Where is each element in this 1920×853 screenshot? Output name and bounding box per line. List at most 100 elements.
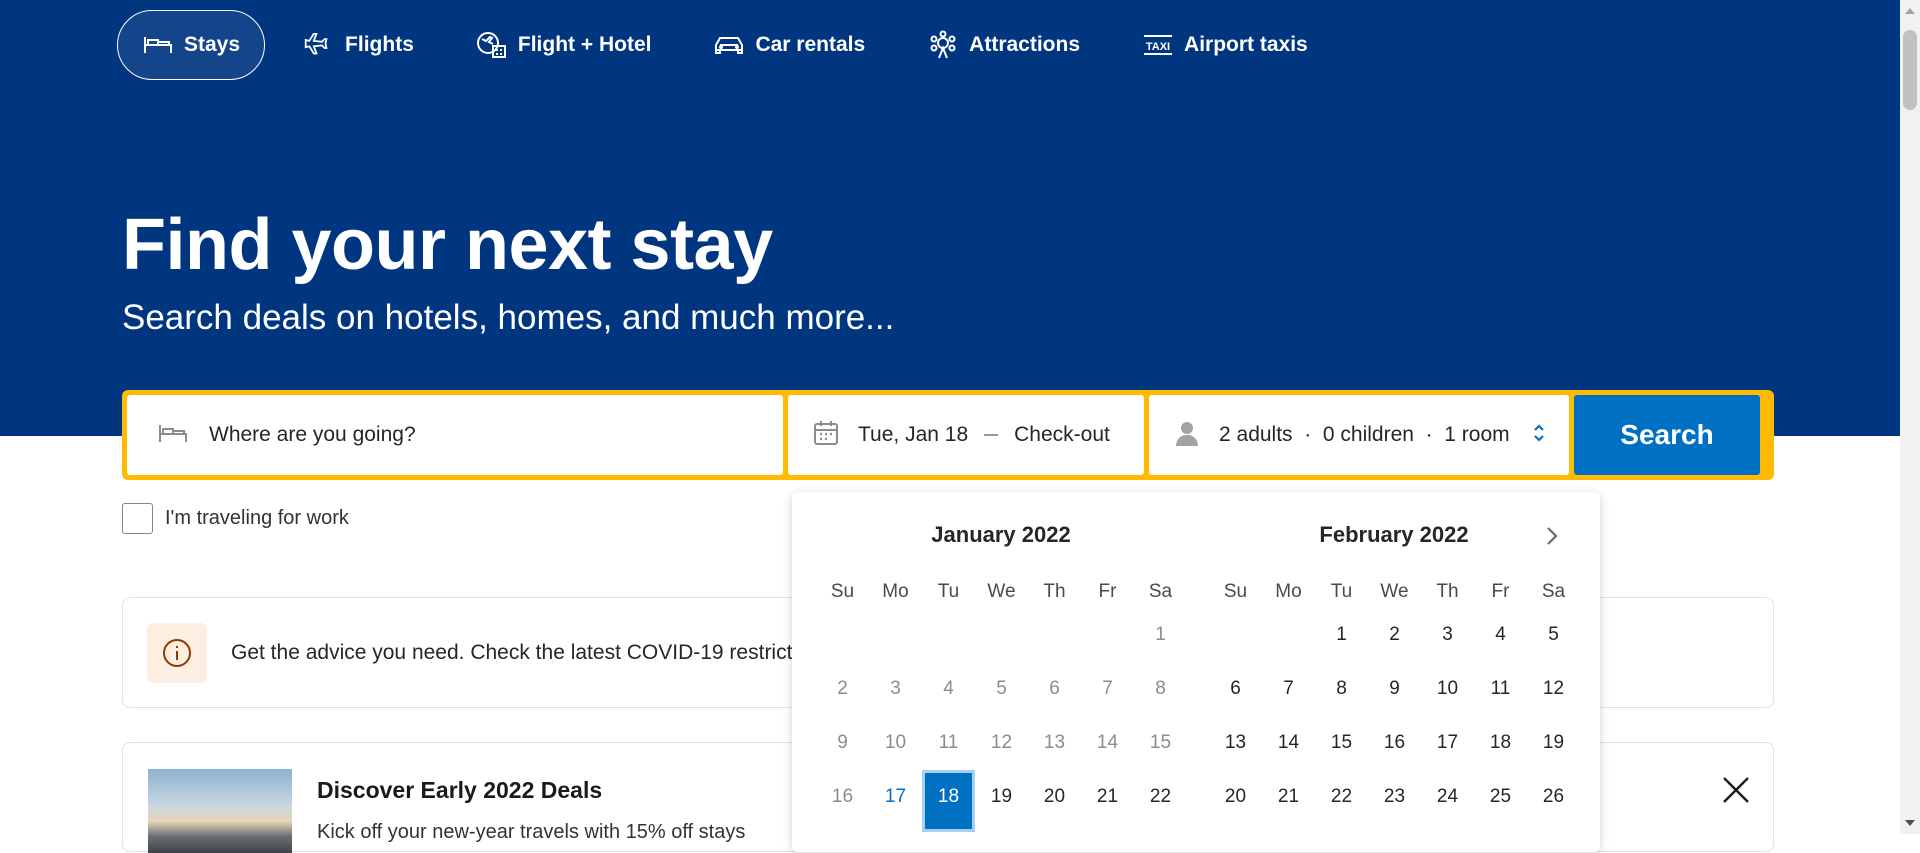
nav-item-label: Airport taxis (1184, 33, 1308, 56)
calendar-day[interactable]: 20 (1209, 770, 1262, 824)
calendar-day: 3 (890, 678, 901, 699)
person-icon (1173, 419, 1201, 452)
calendar-empty-cell (975, 608, 1028, 662)
weekday-label: Su (830, 581, 855, 602)
guests-selector[interactable]: 2 adults · 0 children · 1 room (1149, 395, 1569, 475)
nav-item-flights[interactable]: Flights (279, 10, 438, 80)
calendar-day[interactable]: 10 (1421, 662, 1474, 716)
calendar-month-january: January 2022 Su Mo Tu We Th Fr Sa 1 2 3 4 5 6 7 8 9 10 11… (816, 522, 1187, 832)
calendar-day[interactable]: 25 (1474, 770, 1527, 824)
calendar-day[interactable]: 15 (1315, 716, 1368, 770)
checkin-date[interactable]: Tue, Jan 18 (858, 423, 968, 447)
checkbox[interactable] (122, 503, 153, 534)
nav-item-stays[interactable]: Stays (117, 10, 266, 80)
calendar-day: 9 (837, 732, 848, 753)
weekday-label: Sa (1541, 581, 1566, 602)
calendar-day[interactable]: 5 (1527, 608, 1580, 662)
calendar-day[interactable]: 9 (1368, 662, 1421, 716)
deal-title: Discover Early 2022 Deals (317, 777, 603, 803)
calendar-empty-cell (1028, 608, 1081, 662)
deal-image (148, 769, 292, 853)
nav-item-label: Flights (345, 33, 414, 56)
calendar-day: 10 (884, 732, 907, 753)
next-month-chevron-icon[interactable] (1538, 522, 1566, 550)
calendar-month-february: February 2022 Su Mo Tu We Th Fr Sa 1 2 3 4 5 6 7 8 9 10 1… (1209, 522, 1579, 824)
weekday-label: Tu (1330, 581, 1353, 602)
calendar-day[interactable]: 23 (1368, 770, 1421, 824)
calendar-day[interactable]: 17 (1421, 716, 1474, 770)
search-bar: Where are you going? Tue, Jan 18 Check-o… (122, 390, 1774, 480)
month-title: February 2022 (1319, 522, 1469, 547)
date-separator (984, 434, 999, 436)
calendar-day[interactable]: 24 (1421, 770, 1474, 824)
calendar-day[interactable]: 19 (1527, 716, 1580, 770)
calendar-day: 14 (1096, 732, 1119, 753)
calendar-day[interactable]: 22 (1315, 770, 1368, 824)
date-picker-calendar: January 2022 Su Mo Tu We Th Fr Sa 1 2 3 4 5 6 7 8 9 10 11… (792, 492, 1600, 852)
close-icon[interactable] (1719, 773, 1753, 807)
nav-item-attractions[interactable]: Attractions (903, 10, 1104, 80)
calendar-day[interactable]: 17 (869, 770, 922, 824)
calendar-day[interactable]: 6 (1209, 662, 1262, 716)
weekday-label: We (1380, 581, 1409, 602)
calendar-day[interactable]: 20 (1028, 770, 1081, 824)
calendar-day[interactable]: 4 (1474, 608, 1527, 662)
bed-icon (142, 31, 174, 59)
calendar-day[interactable]: 3 (1421, 608, 1474, 662)
calendar-day-number: 18 (937, 786, 960, 807)
weekday-label: Mo (1275, 581, 1302, 602)
calendar-day[interactable]: 7 (1262, 662, 1315, 716)
calendar-day[interactable]: 19 (975, 770, 1028, 824)
calendar-day[interactable]: 2 (1368, 608, 1421, 662)
guests-summary: 2 adults · 0 children · 1 room (1219, 423, 1510, 446)
calendar-empty-cell (1262, 608, 1315, 662)
calendar-day[interactable]: 18 (1474, 716, 1527, 770)
taxi-icon: TAXI (1142, 31, 1174, 59)
calendar-day[interactable]: 21 (1262, 770, 1315, 824)
destination-input[interactable]: Where are you going? (127, 395, 783, 475)
weekday-label: Th (1436, 581, 1459, 602)
nav-item-car-rentals[interactable]: Car rentals (689, 10, 889, 80)
calendar-day[interactable]: 14 (1262, 716, 1315, 770)
checkout-date[interactable]: Check-out (1014, 423, 1110, 447)
date-range-field[interactable]: Tue, Jan 18 Check-out (788, 395, 1144, 475)
attractions-icon (927, 30, 959, 59)
nav-item-label: Attractions (969, 33, 1081, 56)
search-button[interactable]: Search (1574, 395, 1760, 475)
calendar-day[interactable]: 13 (1209, 716, 1262, 770)
nav-item-label: Car rentals (755, 33, 866, 56)
chevron-up-down-icon[interactable] (1532, 422, 1546, 449)
nav-item-airport-taxis[interactable]: TAXI Airport taxis (1118, 10, 1332, 80)
deal-description: Kick off your new-year travels with 15% … (317, 821, 746, 843)
calendar-day[interactable]: 8 (1315, 662, 1368, 716)
weekday-label: Mo (882, 581, 909, 602)
month-grid: Su Mo Tu We Th Fr Sa 1 2 3 4 5 6 7 8 9 10 11 12 13 14 15 16 17 1… (816, 576, 1187, 832)
bed-icon (157, 421, 189, 450)
scroll-up-arrow-icon[interactable] (1905, 8, 1915, 14)
nav-item-flight-hotel[interactable]: Flight + Hotel (452, 10, 676, 80)
work-travel-label: I'm traveling for work (165, 507, 349, 529)
nav-item-label: Stays (184, 33, 241, 56)
calendar-day: 4 (943, 678, 954, 699)
calendar-day[interactable]: 12 (1527, 662, 1580, 716)
month-title: January 2022 (931, 522, 1071, 547)
calendar-day[interactable]: 11 (1474, 662, 1527, 716)
page-subtitle: Search deals on hotels, homes, and much … (122, 298, 895, 337)
calendar-day[interactable]: 26 (1527, 770, 1580, 824)
calendar-day[interactable]: 1 (1315, 608, 1368, 662)
destination-placeholder: Where are you going? (209, 423, 416, 446)
calendar-day[interactable]: 22 (1134, 770, 1187, 824)
calendar-day[interactable]: 21 (1081, 770, 1134, 824)
work-travel-checkbox[interactable]: I'm traveling for work (122, 503, 349, 534)
nav-item-label: Flight + Hotel (517, 33, 652, 56)
calendar-day: 12 (990, 732, 1013, 753)
weekday-label: Sa (1148, 581, 1173, 602)
month-grid: Su Mo Tu We Th Fr Sa 1 2 3 4 5 6 7 8 9 10 11 12 13 14 15 16 17 1… (1209, 576, 1579, 824)
page-scrollbar[interactable] (1900, 0, 1920, 834)
scrollbar-thumb[interactable] (1903, 30, 1917, 110)
calendar-day-selected[interactable]: 18 (922, 770, 975, 832)
calendar-day: 15 (1149, 732, 1172, 753)
scroll-down-arrow-icon[interactable] (1905, 820, 1915, 826)
calendar-day: 1 (1155, 624, 1166, 645)
calendar-day[interactable]: 16 (1368, 716, 1421, 770)
